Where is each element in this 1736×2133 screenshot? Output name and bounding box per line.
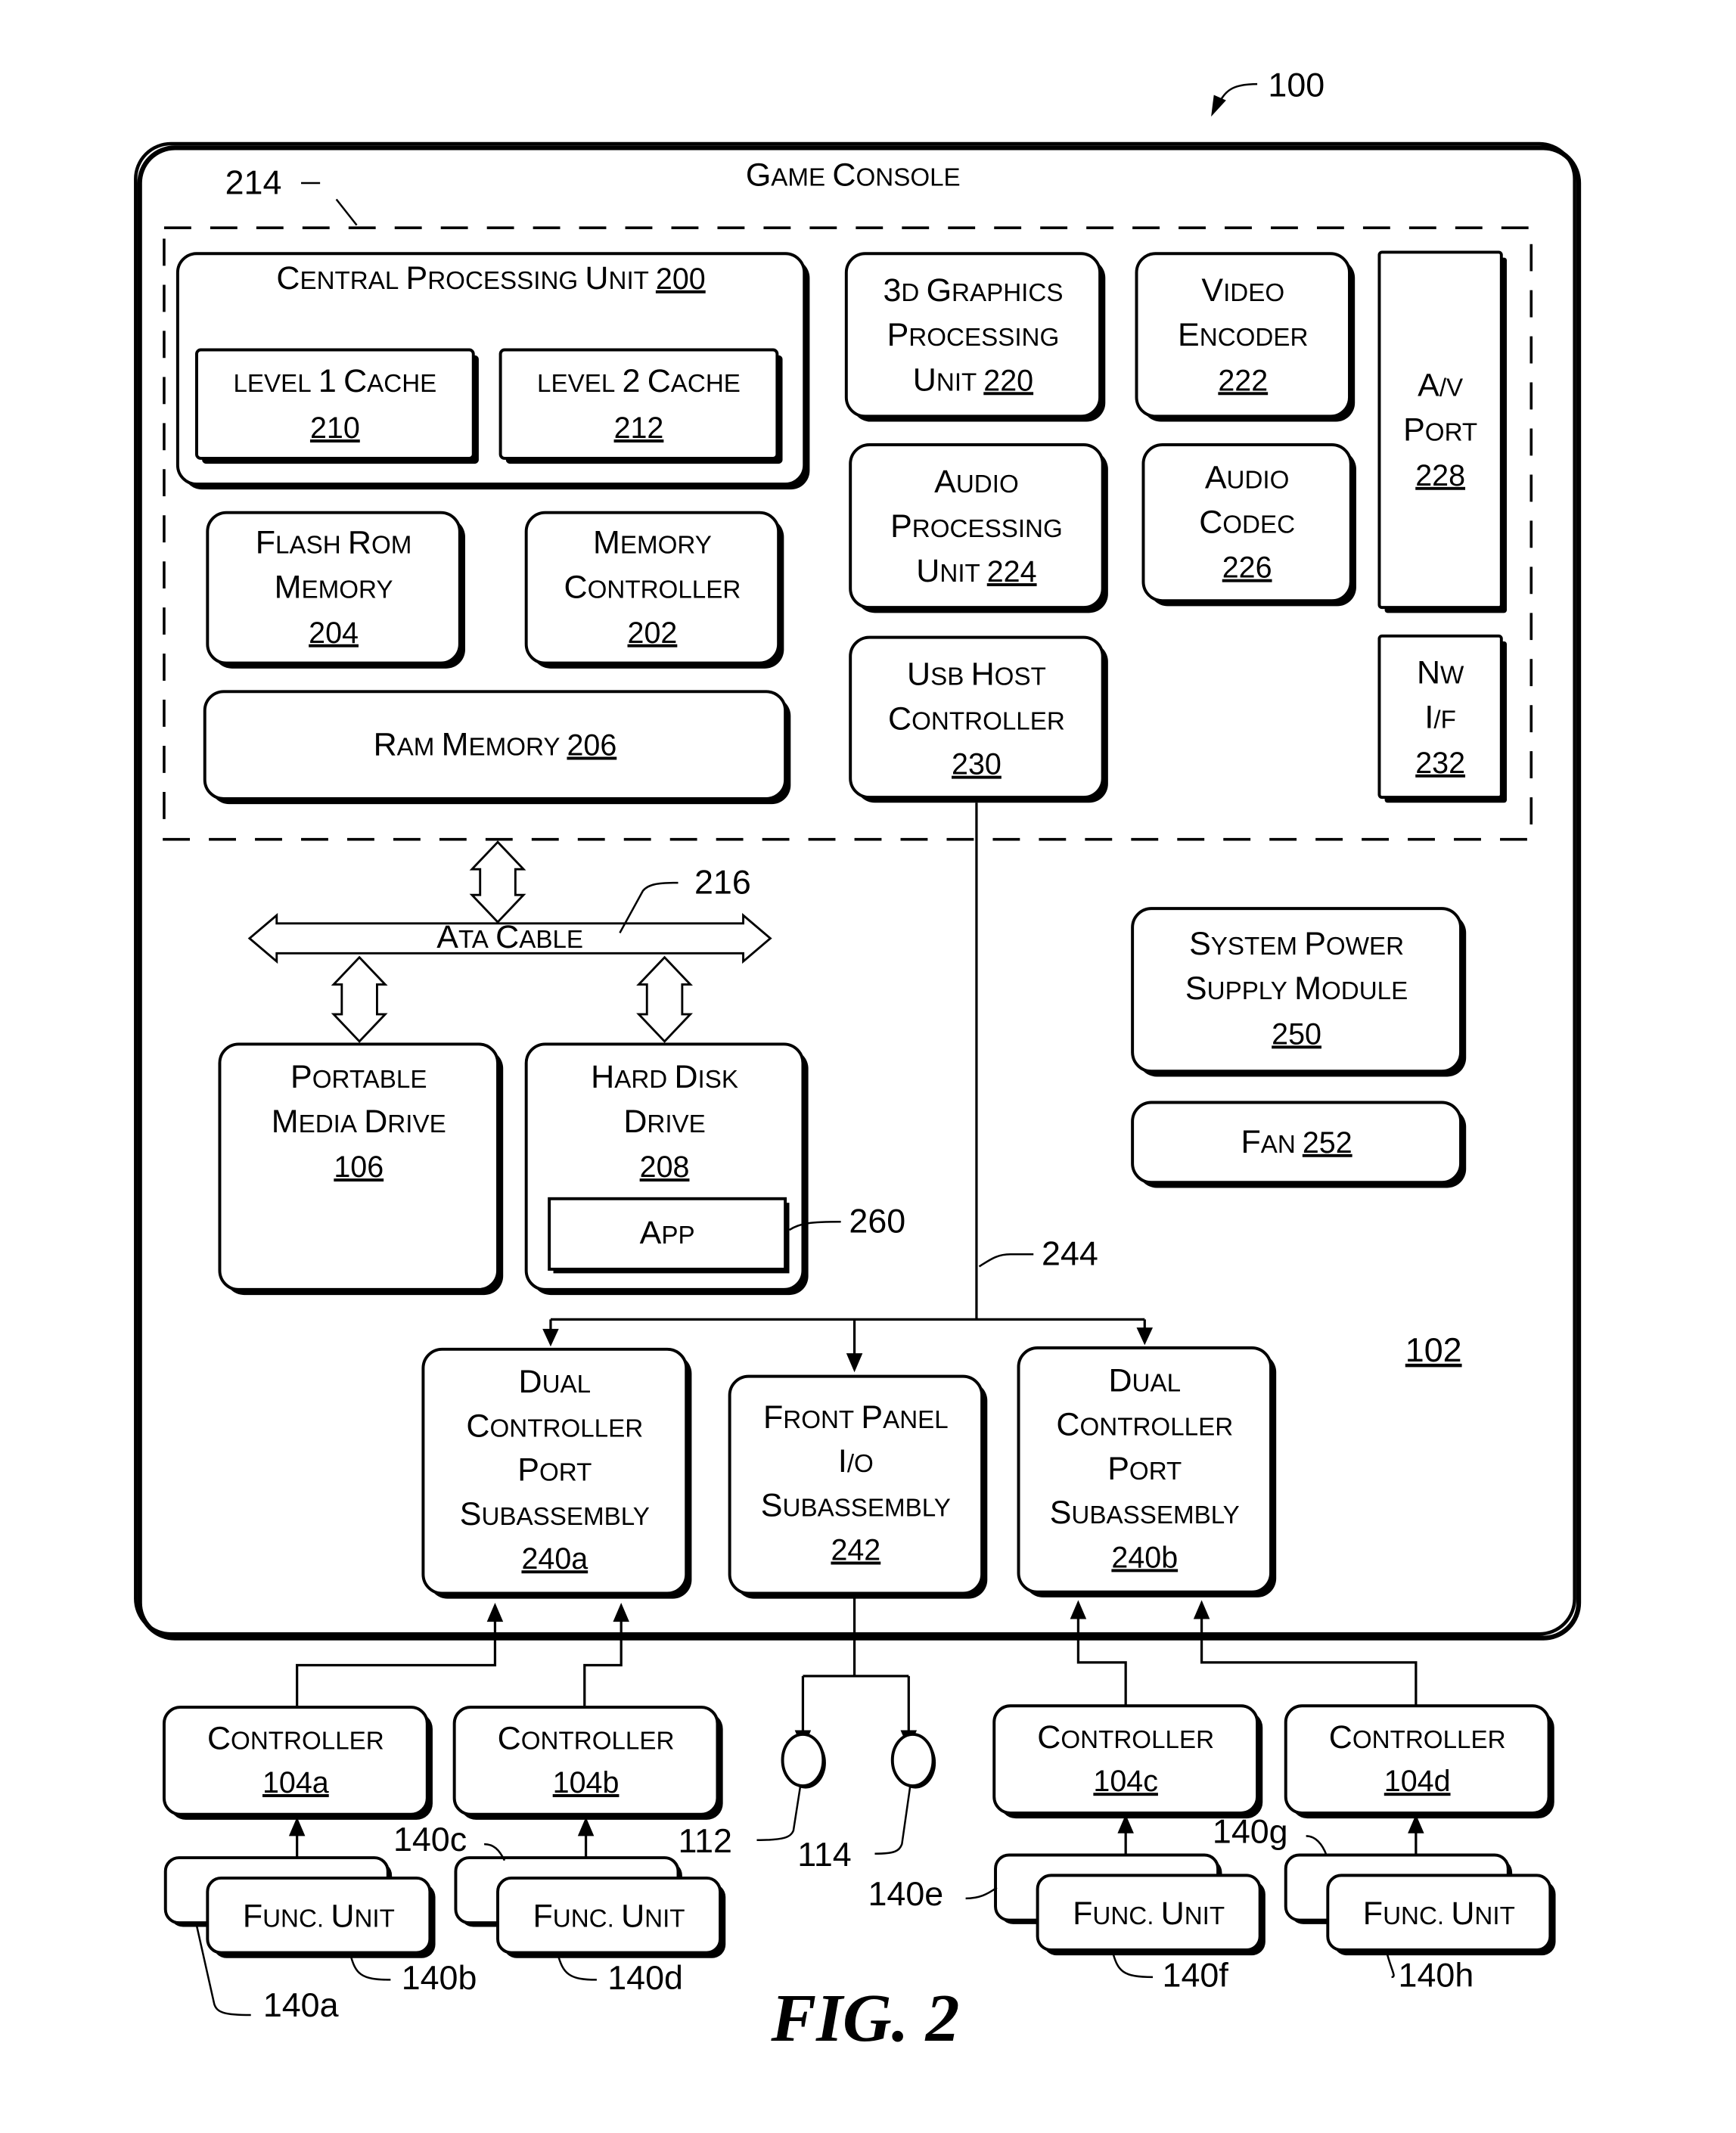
hdd-block: HARD DISKDRIVE208APP — [524, 1042, 809, 1296]
avport-ref: 228 — [1415, 459, 1465, 492]
usb-bus-ref: 244 — [1042, 1235, 1098, 1273]
venc-ref: 222 — [1218, 364, 1268, 397]
func-unit-ref: 140d — [607, 1959, 683, 1997]
pmd-block: PORTABLEMEDIA DRIVE106 — [218, 1042, 504, 1296]
controllers: CONTROLLER104aCONTROLLER104b CONTROLLER10… — [162, 1704, 1556, 2024]
fpio-block: FRONT PANELI/OSUBASSEMBLY242 — [728, 1374, 988, 1599]
func-unit-pair: FUNC. UNIT — [1284, 1853, 1556, 1956]
func-unit-pair: FUNC. UNIT — [994, 1853, 1266, 1956]
func-unit-ref: 140a — [263, 1986, 339, 2024]
controller-104a: CONTROLLER104a — [162, 1706, 433, 1820]
flash-ref: 204 — [309, 616, 359, 650]
system-ref-callout: 100 — [1211, 66, 1325, 117]
power-button-icon[interactable] — [781, 1732, 825, 1788]
arrow-up-icon — [1070, 1600, 1087, 1619]
nwif-block: NWI/F232 — [1377, 634, 1507, 803]
fpio-ref: 242 — [831, 1534, 880, 1567]
arrow-up-icon — [288, 1817, 306, 1836]
func-unit-callout: 140b — [349, 1952, 477, 1997]
dcp_a-block: DUALCONTROLLERPORTSUBASSEMBLY240a — [421, 1347, 692, 1599]
arrow-up-icon — [486, 1603, 504, 1622]
front-panel-ref-114: 114 — [797, 1836, 851, 1874]
l2-ref: 212 — [614, 411, 664, 445]
l2-block: LEVEL 2 CACHE212 — [498, 348, 783, 464]
controller-ref: 104d — [1384, 1765, 1451, 1798]
console-title-text: GAME CONSOLE — [746, 157, 961, 194]
acodec-ref: 226 — [1222, 551, 1272, 585]
func-unit-callout: 140c — [393, 1821, 506, 1861]
front-panel-ref-112: 112 — [678, 1822, 731, 1860]
func-unit-callout: 140e — [868, 1875, 998, 1913]
l1-ref: 210 — [310, 411, 360, 445]
chipset-ref: 214 — [225, 163, 282, 201]
ram-block: RAM MEMORY 206 — [203, 690, 791, 805]
controller-104c: CONTROLLER104c — [992, 1704, 1263, 1819]
func-unit-callout: 140d — [556, 1952, 683, 1997]
system-ref: 100 — [1268, 66, 1325, 104]
func-unit-pair: FUNC. UNIT — [454, 1856, 726, 1958]
l1-block: LEVEL 1 CACHE210 — [195, 348, 479, 464]
func-unit-ref: 140f — [1163, 1956, 1229, 1994]
nwif-ref: 232 — [1415, 747, 1465, 780]
usb-ref: 230 — [952, 748, 1002, 781]
arrow-up-icon — [613, 1603, 629, 1622]
gpu-block: 3D GRAPHICSPROCESSINGUNIT 220 — [844, 252, 1106, 422]
func-unit-callout: 140f — [1111, 1949, 1229, 1994]
game-console-block-diagram: 100 102 214 CENTRAL PROCESSING UNIT 200LE… — [134, 66, 1582, 2056]
callout-arrow-icon — [1211, 95, 1226, 117]
fan-box[interactable] — [1131, 1101, 1462, 1184]
eject-button-icon[interactable] — [890, 1732, 935, 1788]
controller-ref: 104a — [262, 1766, 329, 1799]
usb-block: USB HOSTCONTROLLER230 — [849, 635, 1108, 803]
dcp_b-ref: 240b — [1111, 1541, 1178, 1574]
arrow-up-icon — [1193, 1600, 1210, 1619]
func-unit-pair: FUNC. UNIT — [163, 1856, 436, 1958]
ata-ref: 216 — [694, 863, 751, 901]
fan-block: FAN 252 — [1131, 1101, 1467, 1188]
arrow-down-icon — [542, 1328, 559, 1347]
func-unit-callout: 140h — [1385, 1949, 1474, 1994]
controller-104d: CONTROLLER104d — [1284, 1704, 1554, 1819]
arrow-up-icon — [577, 1817, 595, 1836]
chipset-ata-arrow — [469, 840, 526, 924]
acodec-block: AUDIOCODEC226 — [1141, 443, 1356, 607]
func-unit-ref: 140b — [402, 1959, 477, 1997]
func-unit-ref: 140e — [868, 1875, 944, 1913]
func-unit-ref: 140g — [1213, 1812, 1288, 1850]
flash-block: FLASH ROMMEMORY204 — [206, 511, 465, 669]
avport-block: A/VPORT228 — [1377, 250, 1507, 613]
dcp_a-ref: 240a — [521, 1542, 588, 1576]
memctl-block: MEMORYCONTROLLER202 — [524, 511, 784, 669]
arrow-down-icon — [846, 1353, 863, 1373]
func-unit-ref: 140c — [393, 1821, 467, 1858]
controller-104b: CONTROLLER104b — [452, 1706, 723, 1820]
func-unit-ref: 140h — [1399, 1956, 1474, 1994]
memctl-ref: 202 — [628, 616, 678, 650]
console-ref: 102 — [1405, 1331, 1462, 1369]
arrow-down-icon — [1136, 1327, 1154, 1346]
psu-block: SYSTEM POWERSUPPLY MODULE250 — [1131, 907, 1467, 1077]
hdd-ata-arrow — [636, 955, 693, 1043]
pmd-ref: 106 — [334, 1150, 384, 1184]
dcp_b-block: DUALCONTROLLERPORTSUBASSEMBLY240b — [1017, 1346, 1277, 1597]
venc-block: VIDEOENCODER222 — [1135, 252, 1356, 422]
app-ref: 260 — [849, 1203, 905, 1240]
apu-block: AUDIOPROCESSINGUNIT 224 — [849, 443, 1108, 613]
controller-ref: 104c — [1093, 1765, 1158, 1798]
psu-ref: 250 — [1272, 1017, 1321, 1051]
controller-ref: 104b — [553, 1766, 620, 1799]
pmd-ata-arrow — [331, 955, 388, 1043]
hdd-ref: 208 — [640, 1150, 690, 1184]
figure-label: FIG. 2 — [770, 1981, 959, 2056]
func-unit-callout: 140g — [1213, 1812, 1328, 1855]
